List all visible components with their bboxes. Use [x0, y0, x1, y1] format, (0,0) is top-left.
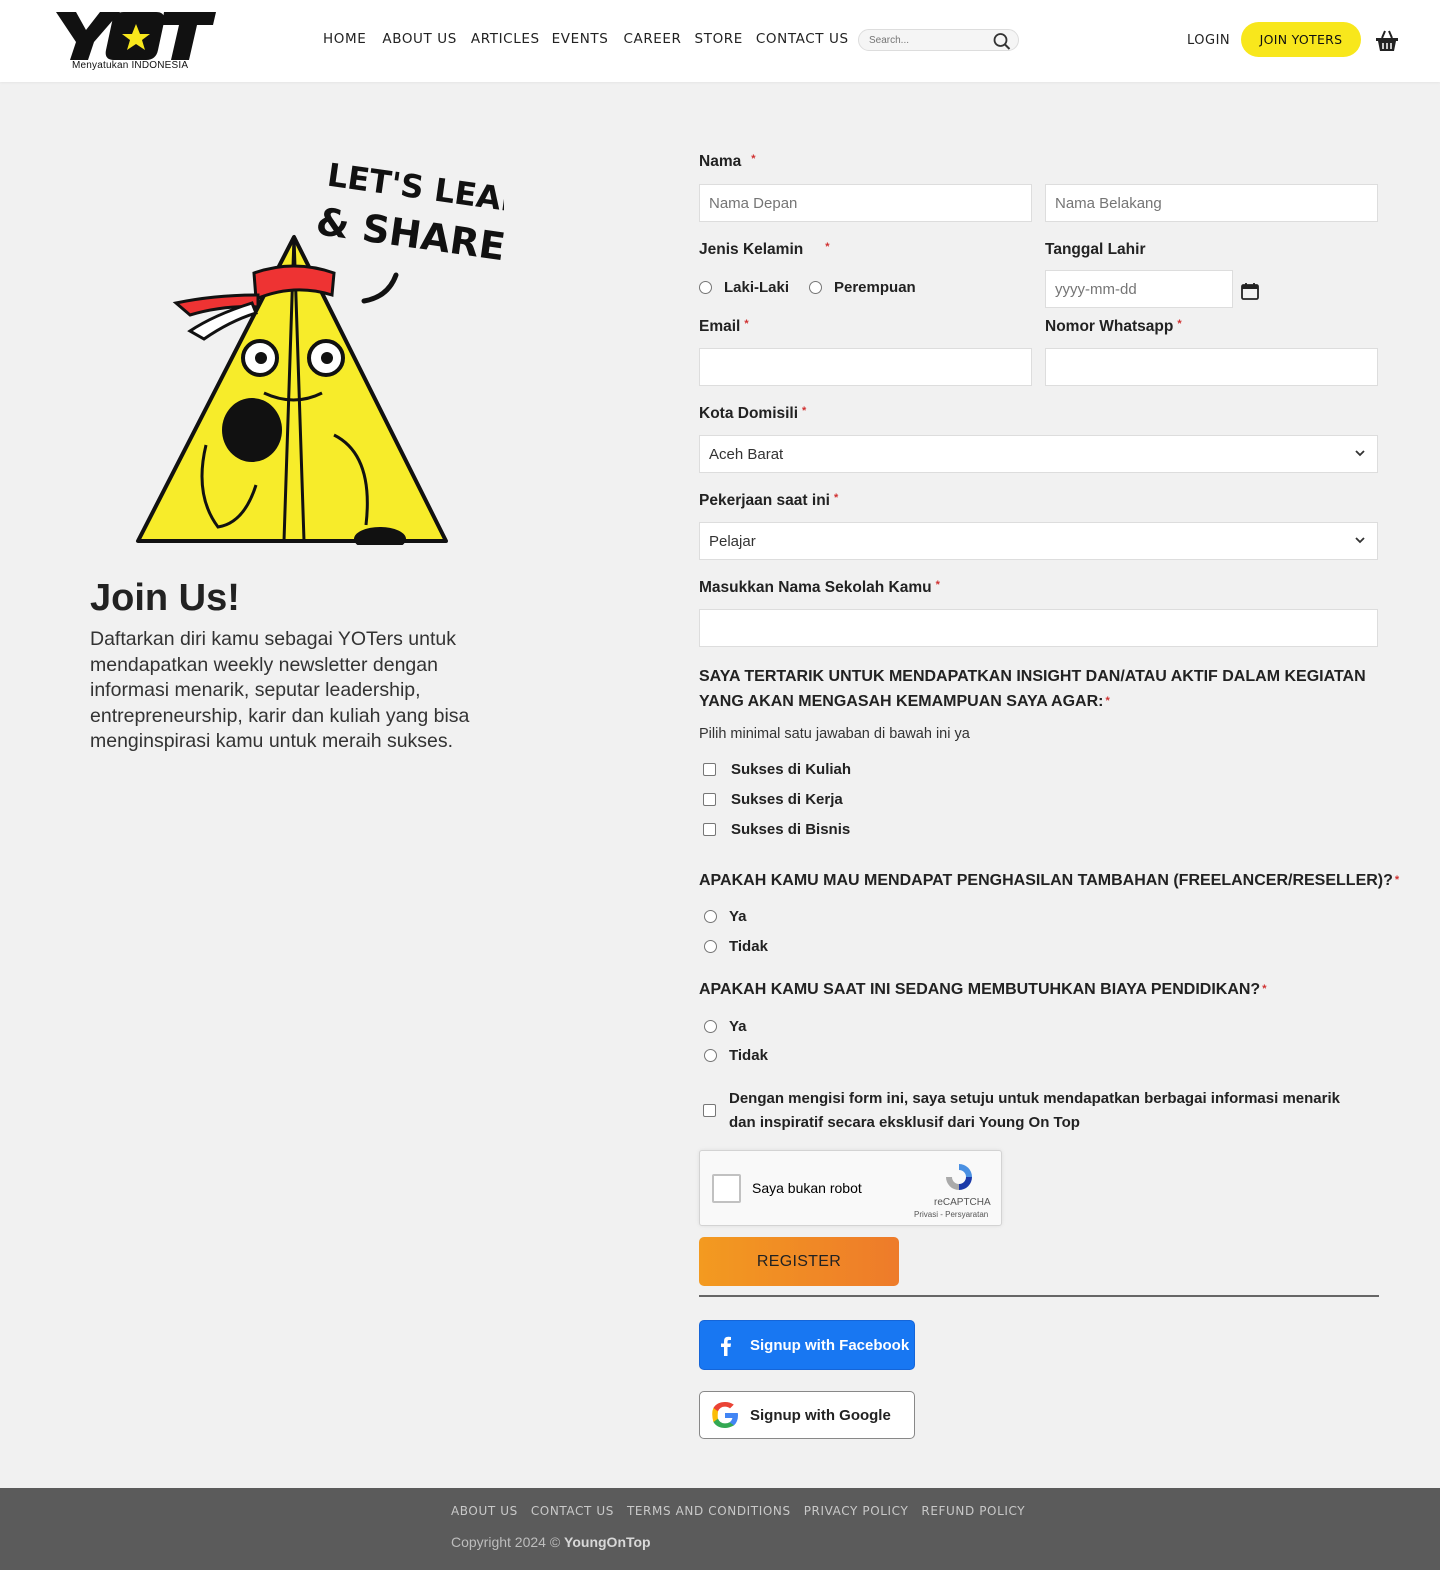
radio-female[interactable] [809, 281, 822, 294]
interest-option-bisnis[interactable]: Sukses di Bisnis [703, 821, 850, 838]
kota-select[interactable]: Aceh Barat [699, 435, 1378, 473]
logo-tagline: Menyatukan INDONESIA [72, 60, 189, 71]
whatsapp-label: Nomor Whatsapp * [1045, 318, 1182, 335]
join-description: Daftarkan diri kamu sebagai YOTers untuk… [90, 628, 470, 752]
radio-income-tidak[interactable] [704, 940, 717, 953]
interest-option-kerja[interactable]: Sukses di Kerja [703, 791, 843, 808]
pekerjaan-select[interactable]: Pelajar [699, 522, 1378, 560]
join-yoters-button[interactable]: JOIN YOTERS [1241, 22, 1361, 57]
recaptcha-terms[interactable]: Privasi - Persyaratan [914, 1210, 988, 1219]
google-icon [712, 1402, 738, 1428]
facebook-icon [721, 1336, 731, 1356]
income-option-tidak[interactable]: Tidak [704, 938, 768, 955]
nav-articles[interactable]: ARTICLES [471, 31, 540, 47]
last-name-input[interactable] [1045, 184, 1378, 222]
checkbox-kuliah[interactable] [703, 763, 716, 776]
nav-career[interactable]: CAREER [623, 31, 681, 47]
site-footer: ABOUT US CONTACT US TERMS AND CONDITIONS… [0, 1488, 1440, 1570]
signup-google-button[interactable]: Signup with Google [699, 1391, 915, 1439]
radio-income-ya[interactable] [704, 910, 717, 923]
gender-male-option[interactable]: Laki-Laki [699, 279, 789, 296]
footer-brand: YoungOnTop [564, 1534, 651, 1550]
email-input[interactable] [699, 348, 1032, 386]
mascot-illustration: LET'S LEARN & SHARE! [136, 156, 504, 545]
gender-female-option[interactable]: Perempuan [809, 279, 916, 296]
edu-option-ya[interactable]: Ya [704, 1018, 747, 1035]
interest-question: SAYA TERTARIK UNTUK MENDAPATKAN INSIGHT … [699, 668, 1366, 710]
radio-edu-tidak[interactable] [704, 1049, 717, 1062]
chevron-down-icon [1355, 450, 1365, 457]
sekolah-input[interactable] [699, 609, 1378, 647]
search-icon[interactable] [992, 31, 1012, 51]
edu-option-tidak[interactable]: Tidak [704, 1047, 768, 1064]
recaptcha-brand: reCAPTCHA [934, 1197, 991, 1208]
gender-label: Jenis Kelamin * [699, 241, 830, 258]
consent-text: Dengan mengisi form ini, saya setuju unt… [729, 1090, 1340, 1131]
interest-hint: Pilih minimal satu jawaban di bawah ini … [699, 726, 970, 742]
basket-icon[interactable] [1374, 28, 1400, 54]
nav-contact-us[interactable]: CONTACT US [756, 31, 849, 47]
whatsapp-input[interactable] [1045, 348, 1378, 386]
recaptcha-icon [946, 1164, 972, 1190]
income-question: APAKAH KAMU MAU MENDAPAT PENGHASILAN TAM… [699, 872, 1400, 889]
recaptcha-label: Saya bukan robot [752, 1180, 862, 1196]
footer-privacy[interactable]: PRIVACY POLICY [804, 1504, 909, 1518]
nav-home[interactable]: HOME [323, 31, 366, 47]
site-header: Menyatukan INDONESIA HOME ABOUT US ARTIC… [0, 0, 1440, 82]
interest-option-kuliah[interactable]: Sukses di Kuliah [703, 761, 851, 778]
search-input[interactable] [869, 33, 989, 48]
footer-refund[interactable]: REFUND POLICY [921, 1504, 1025, 1518]
calendar-icon[interactable] [1240, 281, 1260, 301]
nav-store[interactable]: STORE [695, 31, 743, 47]
footer-about-us[interactable]: ABOUT US [451, 1504, 518, 1518]
education-question: APAKAH KAMU SAAT INI SEDANG MEMBUTUHKAN … [699, 981, 1267, 998]
income-option-ya[interactable]: Ya [704, 908, 747, 925]
checkbox-bisnis[interactable] [703, 823, 716, 836]
footer-links: ABOUT US CONTACT US TERMS AND CONDITIONS… [451, 1504, 1038, 1518]
nama-label: Nama * [699, 153, 756, 170]
radio-edu-ya[interactable] [704, 1020, 717, 1033]
pekerjaan-label: Pekerjaan saat ini * [699, 492, 839, 509]
register-button[interactable]: REGISTER [699, 1237, 899, 1286]
footer-contact-us[interactable]: CONTACT US [531, 1504, 614, 1518]
checkbox-kerja[interactable] [703, 793, 716, 806]
join-title: Join Us! [90, 577, 240, 619]
signup-facebook-button[interactable]: Signup with Facebook [699, 1320, 915, 1370]
dob-label: Tanggal Lahir [1045, 241, 1146, 258]
search-box [858, 29, 1019, 51]
copyright: Copyright 2024 © YoungOnTop [451, 1534, 651, 1550]
chevron-down-icon [1355, 537, 1365, 544]
sekolah-label: Masukkan Nama Sekolah Kamu * [699, 579, 940, 596]
nav-about-us[interactable]: ABOUT US [382, 31, 457, 47]
recaptcha-checkbox[interactable] [712, 1174, 741, 1203]
radio-male[interactable] [699, 281, 712, 294]
consent-checkbox[interactable] [703, 1104, 716, 1117]
first-name-input[interactable] [699, 184, 1032, 222]
footer-terms[interactable]: TERMS AND CONDITIONS [627, 1504, 791, 1518]
login-link[interactable]: LOGIN [1187, 33, 1230, 48]
nav-events[interactable]: EVENTS [552, 31, 609, 47]
recaptcha-widget: Saya bukan robot reCAPTCHA Privasi - Per… [699, 1150, 1002, 1226]
dob-input[interactable] [1045, 270, 1233, 308]
form-divider [699, 1295, 1379, 1297]
kota-label: Kota Domisili * [699, 405, 807, 422]
email-label: Email * [699, 318, 749, 335]
main-nav: HOME ABOUT US ARTICLES EVENTS CAREER STO… [323, 31, 863, 47]
